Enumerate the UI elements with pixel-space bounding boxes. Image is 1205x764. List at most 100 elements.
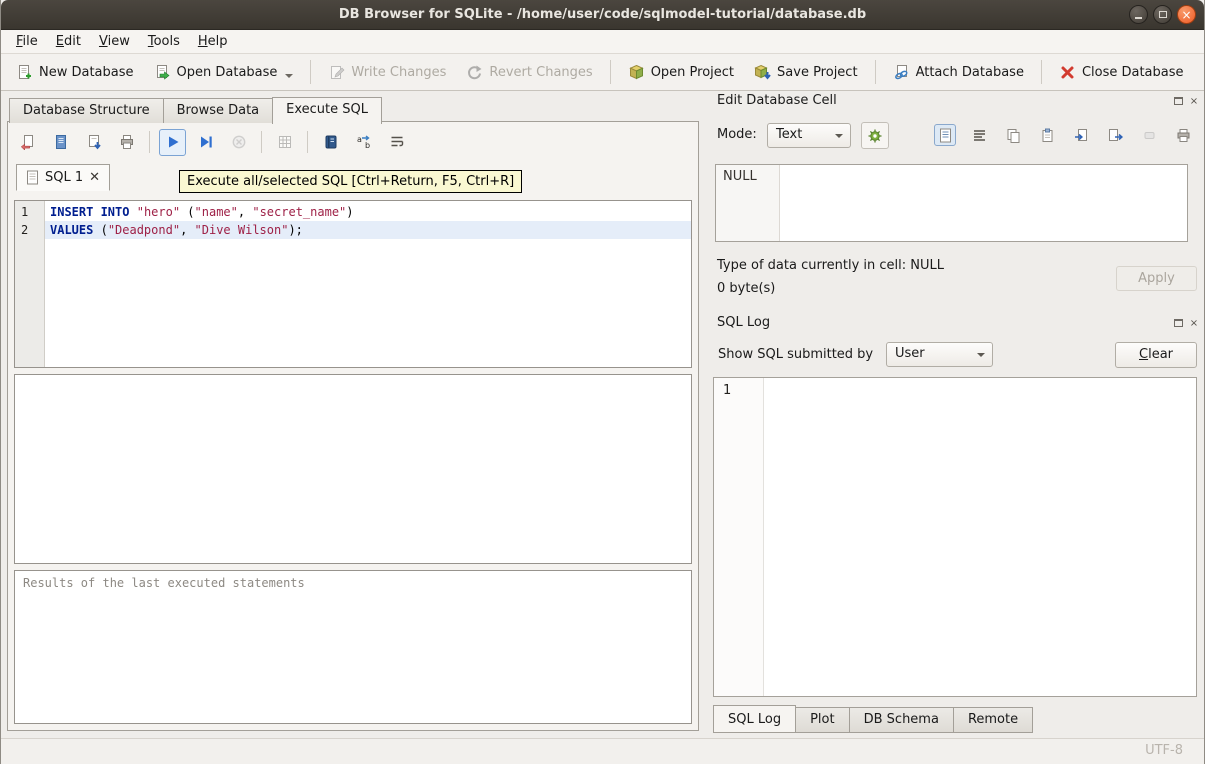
export-cell-data-button[interactable]	[1104, 124, 1126, 146]
save-sql-file-as-button[interactable]	[80, 129, 107, 156]
find-replace-icon: ab	[356, 134, 372, 150]
open-project-icon	[628, 64, 645, 81]
code-line[interactable]: INSERT INTO "hero" ("name", "secret_name…	[45, 203, 691, 221]
cell-editor-body[interactable]	[780, 165, 1187, 241]
print-cell-button[interactable]	[1172, 124, 1194, 146]
print-icon	[119, 134, 135, 150]
sql-editor[interactable]: 12 INSERT INTO "hero" ("name", "secret_n…	[14, 200, 692, 368]
open-database-button[interactable]: Open Database	[145, 58, 303, 87]
find-replace-button[interactable]: ab	[350, 129, 377, 156]
menu-tools[interactable]: Tools	[139, 31, 189, 52]
mode-select[interactable]: Text	[767, 123, 851, 148]
sql-toolbar: ab	[14, 127, 410, 157]
open-project-button[interactable]: Open Project	[619, 58, 743, 87]
undock-panel-button[interactable]	[1172, 95, 1184, 107]
undock-log-button[interactable]	[1172, 317, 1184, 329]
sql-file-icon	[26, 170, 39, 185]
open-in-editor-button[interactable]	[317, 129, 344, 156]
mode-label: Mode:	[717, 127, 757, 142]
results-grid-icon	[277, 134, 293, 150]
code-line[interactable]: VALUES ("Deadpond", "Dive Wilson");	[45, 221, 691, 239]
execute-line-icon	[198, 134, 214, 150]
sql-toolbar-separator	[149, 131, 150, 153]
minimize-icon	[1135, 17, 1142, 19]
execute-all-button[interactable]	[159, 129, 186, 156]
tab-sql-log[interactable]: SQL Log	[713, 705, 796, 733]
results-message-box[interactable]: Results of the last executed statements	[14, 570, 692, 724]
sql-log-filter-row: Show SQL submitted by User Clear	[707, 341, 1205, 369]
set-null-button	[1138, 124, 1160, 146]
print-sql-button[interactable]	[113, 129, 140, 156]
close-button[interactable]: ×	[1177, 5, 1196, 24]
execute-current-line-button[interactable]	[192, 129, 219, 156]
line-number: 2	[15, 221, 44, 239]
menubar: File Edit View Tools Help	[1, 30, 1204, 54]
sql-toolbar-separator	[307, 131, 308, 153]
clear-log-button[interactable]: Clear	[1115, 342, 1197, 368]
text-document-icon	[938, 128, 953, 143]
minimize-button[interactable]	[1129, 5, 1148, 24]
save-sql-file-as-icon	[86, 134, 102, 150]
close-database-icon	[1059, 64, 1076, 81]
execute-icon	[165, 134, 181, 150]
tab-db-schema[interactable]: DB Schema	[849, 707, 954, 733]
cell-editor[interactable]: NULL	[715, 164, 1188, 242]
close-database-button[interactable]: Close Database	[1050, 58, 1193, 87]
main-toolbar: New Database Open Database Write Changes…	[1, 54, 1204, 91]
mode-select-value: Text	[776, 127, 802, 142]
menu-file[interactable]: File	[7, 31, 47, 52]
sql-log-dock-controls: ×	[1172, 317, 1200, 329]
open-sql-file-button[interactable]	[14, 129, 41, 156]
menu-view[interactable]: View	[90, 31, 139, 52]
close-sql-tab-icon[interactable]: ✕	[89, 170, 100, 185]
log-filter-select[interactable]: User	[886, 342, 993, 367]
sql-document-tab[interactable]: SQL 1 ✕	[16, 164, 110, 191]
left-tab-bar: Database Structure Browse Data Execute S…	[9, 97, 382, 124]
print-icon	[1176, 128, 1191, 143]
close-log-button[interactable]: ×	[1188, 317, 1200, 329]
results-table[interactable]	[14, 374, 692, 564]
tab-plot[interactable]: Plot	[795, 707, 850, 733]
cell-null-value: NULL	[723, 169, 757, 184]
save-project-icon	[754, 64, 771, 81]
open-database-dropdown-icon[interactable]	[285, 74, 293, 78]
new-database-button[interactable]: New Database	[7, 58, 143, 87]
attach-database-button[interactable]: Attach Database	[884, 58, 1033, 87]
close-panel-icon: ×	[1190, 318, 1198, 329]
menu-help[interactable]: Help	[189, 31, 237, 52]
sql-tab-label: SQL 1	[45, 170, 83, 185]
menu-edit[interactable]: Edit	[47, 31, 90, 52]
word-wrap-cell-button[interactable]	[968, 124, 990, 146]
main-area: Database Structure Browse Data Execute S…	[1, 91, 1204, 738]
tab-execute-sql[interactable]: Execute SQL	[272, 97, 382, 124]
align-lines-icon	[972, 128, 987, 143]
save-sql-file-button[interactable]	[47, 129, 74, 156]
import-cell-data-button[interactable]	[1070, 124, 1092, 146]
chevron-down-icon	[835, 134, 843, 138]
log-line-number: 1	[723, 383, 731, 398]
log-filter-label: Show SQL submitted by	[718, 347, 873, 362]
close-panel-button[interactable]: ×	[1188, 95, 1200, 107]
cell-settings-button[interactable]	[861, 122, 889, 149]
import-icon	[1074, 128, 1089, 143]
word-wrap-icon	[389, 134, 405, 150]
paste-cell-button[interactable]	[1036, 124, 1058, 146]
sql-editor-gutter: 12	[15, 201, 45, 367]
execute-tooltip: Execute all/selected SQL [Ctrl+Return, F…	[179, 170, 522, 193]
gear-icon	[867, 128, 883, 144]
sql-editor-code[interactable]: INSERT INTO "hero" ("name", "secret_name…	[45, 201, 691, 367]
save-project-button[interactable]: Save Project	[745, 58, 867, 87]
text-view-button[interactable]	[934, 124, 956, 146]
copy-cell-button[interactable]	[1002, 124, 1024, 146]
save-sql-file-icon	[53, 134, 69, 150]
toolbar-separator	[875, 60, 876, 84]
word-wrap-button[interactable]	[383, 129, 410, 156]
save-results-button	[271, 129, 298, 156]
tab-browse-data[interactable]: Browse Data	[163, 98, 274, 123]
maximize-button[interactable]	[1153, 5, 1172, 24]
sql-log-content[interactable]	[764, 378, 1196, 696]
tab-database-structure[interactable]: Database Structure	[9, 98, 164, 123]
open-sql-file-icon	[20, 134, 36, 150]
tab-remote[interactable]: Remote	[953, 707, 1033, 733]
sql-log-view[interactable]: 1	[713, 377, 1197, 697]
